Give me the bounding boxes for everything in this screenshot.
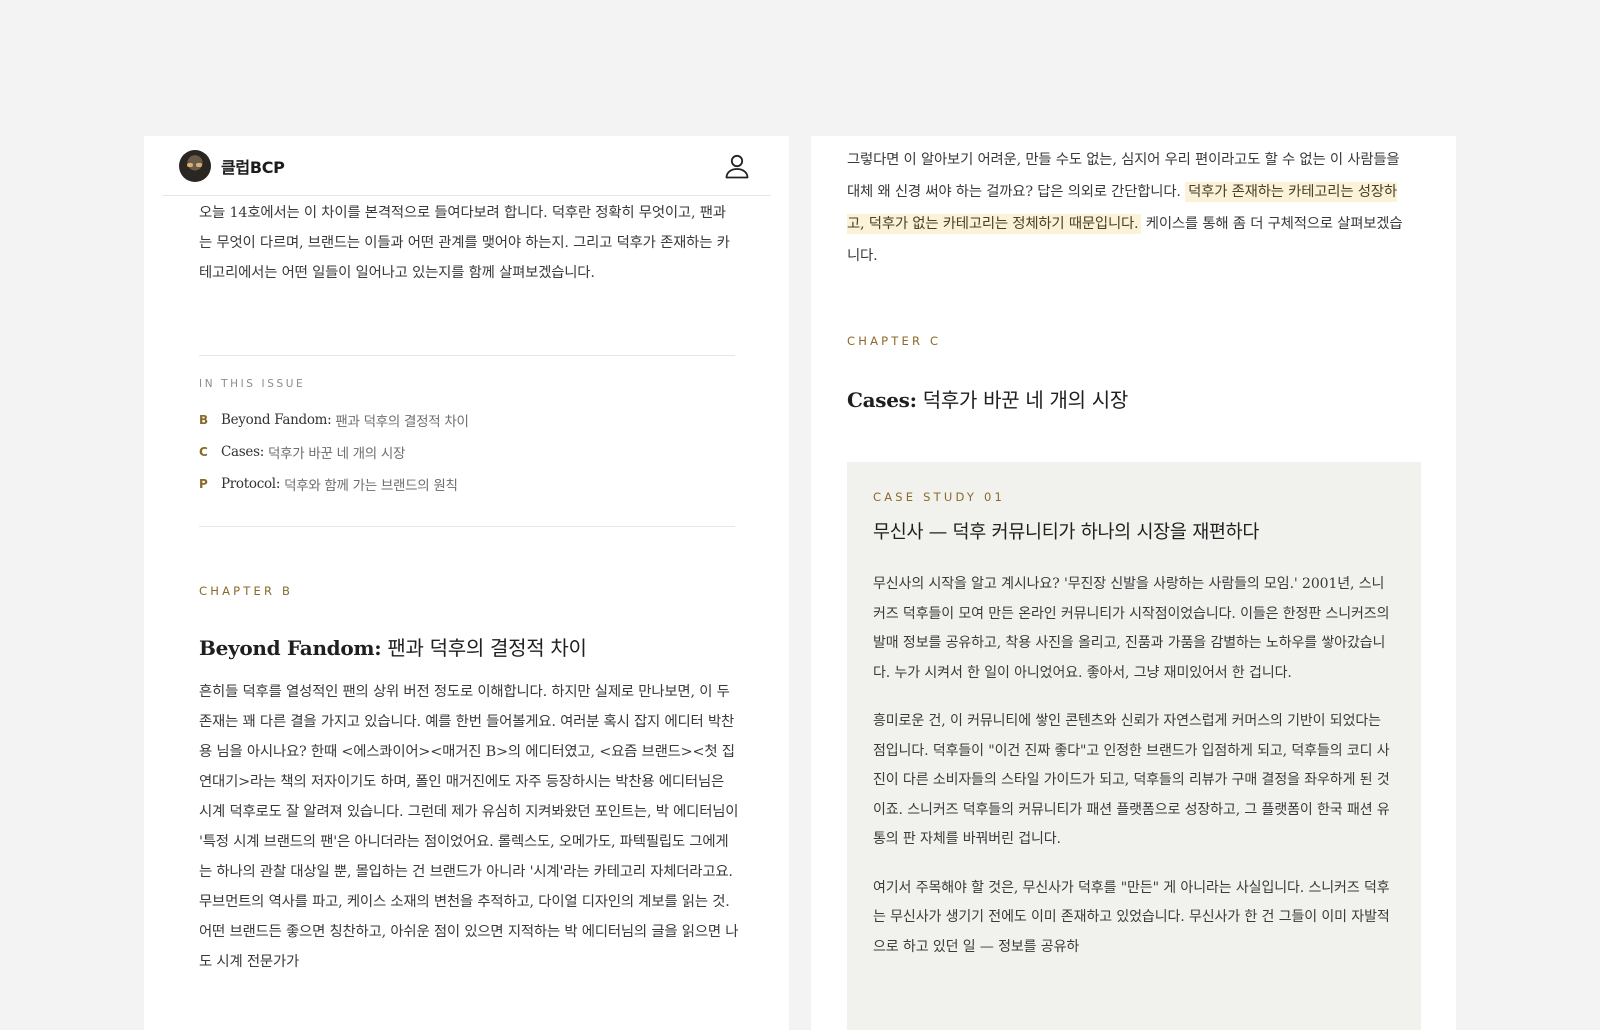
- issue-toc: B Beyond Fandom: 팬과 덕후의 결정적 차이 C Cases: …: [199, 404, 719, 500]
- divider-top: [199, 355, 735, 356]
- left-page-panel[interactable]: 클럽BCP 오늘 14호에서는 이 차이를 본격적으로 들여다보려 합니다. 덕…: [144, 136, 789, 1030]
- toc-item-beyond-fandom[interactable]: B Beyond Fandom: 팬과 덕후의 결정적 차이: [199, 404, 719, 436]
- in-this-issue-label: IN THIS ISSUE: [199, 378, 306, 390]
- case-study-paragraph-1: 무신사의 시작을 알고 계시나요? '무진장 신발을 사랑하는 사람들의 모임.…: [873, 576, 1390, 681]
- toc-item-protocol[interactable]: P Protocol: 덕후와 함께 가는 브랜드의 원칙: [199, 468, 719, 500]
- chapter-b-body: 흔히들 덕후를 열성적인 팬의 상위 버전 정도로 이해합니다. 하지만 실제로…: [199, 684, 739, 970]
- divider-bottom: [199, 526, 735, 527]
- case-study-title: 무신사 — 덕후 커뮤니티가 하나의 시장을 재편하다: [873, 522, 1260, 543]
- chapter-b-label: CHAPTER B: [199, 584, 294, 598]
- toc-item-cases[interactable]: C Cases: 덕후가 바꾼 네 개의 시장: [199, 436, 719, 468]
- avatar[interactable]: [179, 149, 211, 182]
- brand-name[interactable]: 클럽BCP: [221, 154, 285, 178]
- intro-paragraph: 오늘 14호에서는 이 차이를 본격적으로 들여다보려 합니다. 덕후란 정확히…: [199, 205, 730, 281]
- chapter-c-label: CHAPTER C: [847, 334, 942, 348]
- chapter-b-title: Beyond Fandom: 팬과 덕후의 결정적 차이: [199, 636, 587, 660]
- case-study-paragraph-3: 여기서 주목해야 할 것은, 무신사가 덕후를 "만든" 게 아니라는 사실입니…: [873, 879, 1390, 955]
- case-study-paragraph-2: 흥미로운 건, 이 커뮤니티에 쌓인 콘텐츠와 신뢰가 자연스럽게 커머스의 기…: [873, 713, 1390, 847]
- top-bar: 클럽BCP: [162, 136, 771, 196]
- chapter-c-title: Cases: 덕후가 바꾼 네 개의 시장: [847, 388, 1129, 412]
- user-icon[interactable]: [723, 152, 751, 180]
- case-study-label: CASE STUDY 01: [873, 490, 1005, 504]
- right-intro-paragraph: 그렇다면 이 알아보기 어려운, 만들 수도 없는, 심지어 우리 편이라고도 …: [847, 152, 1403, 264]
- right-page-panel[interactable]: 그렇다면 이 알아보기 어려운, 만들 수도 없는, 심지어 우리 편이라고도 …: [811, 136, 1456, 1030]
- case-study-card: CASE STUDY 01 무신사 — 덕후 커뮤니티가 하나의 시장을 재편하…: [847, 462, 1421, 1030]
